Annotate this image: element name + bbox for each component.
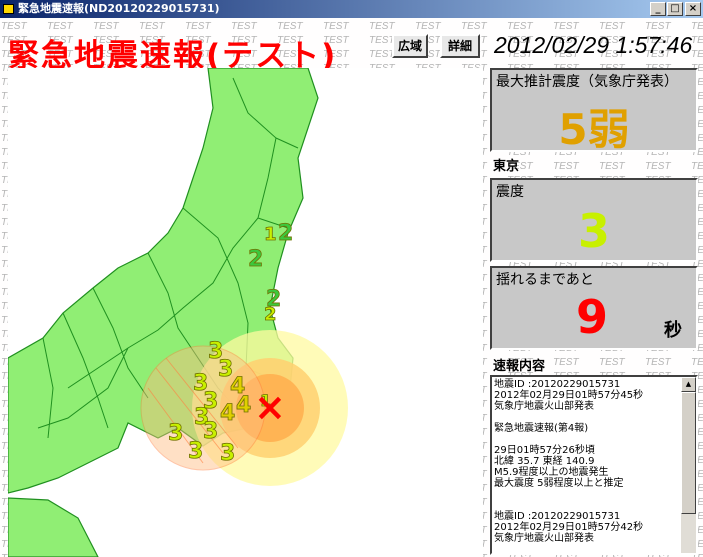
countdown-label: 揺れるまであと [496, 272, 594, 288]
intensity-label: 3 [188, 439, 203, 464]
detail-button[interactable]: 詳細 [440, 34, 480, 58]
epicenter-marker: × [254, 385, 286, 429]
intensity-label: 4 [220, 401, 235, 426]
intensity-label: 1 [264, 224, 277, 245]
local-intensity-label: 震度 [496, 184, 524, 200]
minimize-button[interactable]: _ [650, 2, 666, 16]
scroll-thumb[interactable] [681, 392, 696, 514]
wide-area-button[interactable]: 広域 [392, 34, 428, 58]
app-client-area: TEST 緊急地震速報(テスト) 広域 詳細 2012/02/29 1:57:4… [0, 18, 703, 557]
app-icon [3, 4, 14, 14]
bulletin-label: 速報内容 [493, 359, 546, 374]
intensity-label: 3 [168, 421, 183, 446]
window-title: 緊急地震速報(ND20120229015731) [18, 2, 220, 15]
intensity-map[interactable]: 2 2 1 2 2 3 3 4 4 3 3 3 4 3 3 3 3 1 × [8, 68, 483, 557]
scroll-up-icon[interactable]: ▲ [681, 377, 696, 392]
bulletin-textbox[interactable]: 地震ID :20120229015731 2012年02月29日01時57分45… [490, 375, 698, 555]
countdown-panel: 揺れるまであと 9 秒 [490, 266, 698, 350]
bulletin-scrollbar[interactable]: ▲ [681, 377, 696, 553]
intensity-label: 3 [203, 419, 218, 444]
report-datetime: 2012/02/29 1:57:46 [494, 32, 693, 58]
max-intensity-value: 5弱 [558, 105, 630, 154]
bulletin-text: 地震ID :20120229015731 2012年02月29日01時57分45… [494, 379, 644, 544]
countdown-unit: 秒 [664, 320, 682, 341]
local-intensity-panel: 震度 3 [490, 178, 698, 262]
countdown-value: 9 [576, 290, 609, 344]
intensity-label: 4 [236, 393, 251, 418]
max-intensity-label: 最大推計震度（気象庁発表） [496, 74, 678, 90]
max-intensity-panel: 最大推計震度（気象庁発表） 5弱 [490, 68, 698, 154]
maximize-button[interactable]: □ [667, 2, 683, 16]
close-button[interactable]: × [685, 2, 701, 16]
intensity-label: 2 [248, 247, 263, 272]
window-titlebar: 緊急地震速報(ND20120229015731) _ □ × [0, 0, 703, 18]
region-name: 東京 [493, 159, 520, 174]
intensity-label: 2 [264, 304, 277, 325]
local-intensity-value: 3 [577, 204, 610, 258]
intensity-label: 2 [278, 221, 293, 246]
intensity-label: 3 [220, 441, 235, 466]
